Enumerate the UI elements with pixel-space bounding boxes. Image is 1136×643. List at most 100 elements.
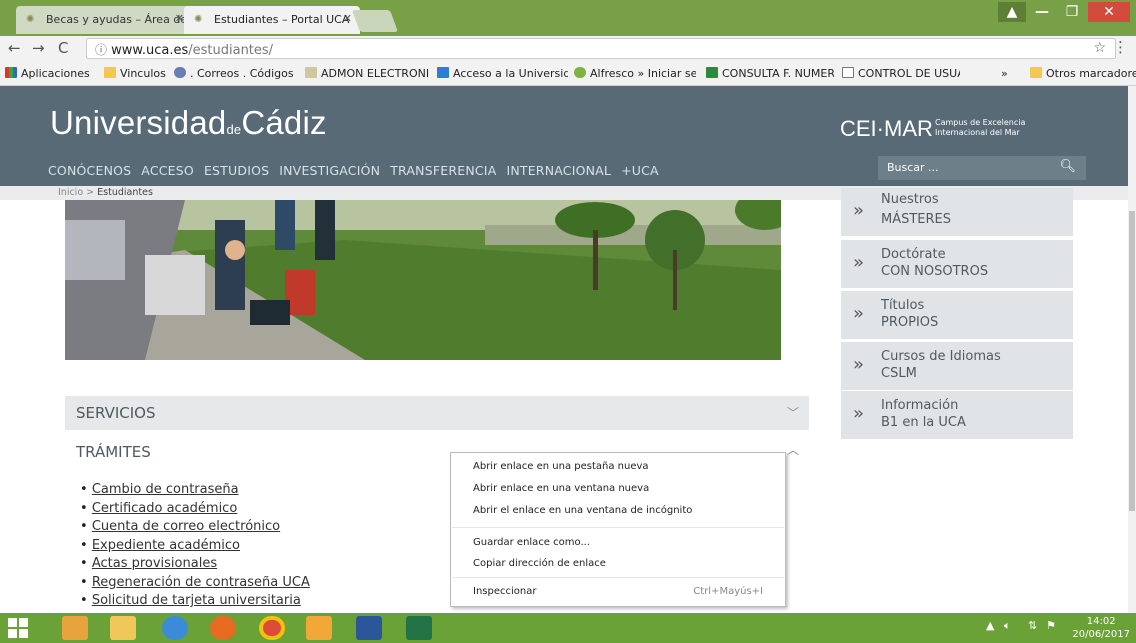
double-chevron-right-icon: » xyxy=(853,354,865,375)
bookmark-control[interactable]: CONTROL DE USUAR xyxy=(842,67,960,80)
window-controls: ▲ — ❐ ✕ xyxy=(998,2,1130,24)
url-input[interactable]: ⓘ www.uca.es/estudiantes/ xyxy=(86,38,1116,59)
new-tab-button[interactable] xyxy=(351,10,399,32)
word-icon[interactable] xyxy=(356,616,382,640)
list-item[interactable]: Expediente académico xyxy=(80,537,310,556)
site-search-input[interactable]: Buscar ... 🔍︎ xyxy=(878,156,1086,180)
flag-icon[interactable]: ⚑ xyxy=(1046,619,1056,632)
ceimar-subtitle: Campus de Excelencia Internacional del Ma… xyxy=(935,118,1026,137)
ctx-open-incognito[interactable]: Abrir el enlace en una ventana de incógn… xyxy=(473,505,692,516)
main-nav: CONÓCENOS ACCESO ESTUDIOS INVESTIGACIÓN … xyxy=(48,163,665,178)
bookmark-correos[interactable]: . Correos . Códigos pc xyxy=(174,67,298,80)
menu-masteres[interactable]: » Nuestros MÁSTERES xyxy=(841,188,1073,236)
folder-icon xyxy=(104,67,116,78)
people-icon xyxy=(174,67,186,78)
chrome-icon[interactable] xyxy=(259,616,285,640)
menu-titulos[interactable]: » Títulos PROPIOS xyxy=(841,291,1073,339)
office-app-icon[interactable] xyxy=(306,616,332,640)
nav-estudios[interactable]: ESTUDIOS xyxy=(204,163,269,178)
minimize-button[interactable]: — xyxy=(1028,2,1056,22)
browser-tab-bar: ✺ Becas y ayudas – Área de ✕ ✺ Estudiant… xyxy=(0,0,1136,36)
firefox-icon[interactable] xyxy=(210,616,236,640)
bookmark-admon[interactable]: ADMON ELECTRONIC xyxy=(305,67,429,80)
close-tab-icon[interactable]: ✕ xyxy=(175,12,184,25)
reload-icon[interactable]: C xyxy=(58,39,68,57)
list-item[interactable]: Solicitud de tarjeta universitaria xyxy=(80,592,310,611)
accordion-servicios[interactable]: SERVICIOS ﹀ xyxy=(65,396,809,430)
breadcrumb-current: Estudiantes xyxy=(97,187,153,198)
nav-transferencia[interactable]: TRANSFERENCIA xyxy=(390,163,496,178)
scrollbar-thumb[interactable] xyxy=(1129,211,1135,511)
page-scrollbar[interactable] xyxy=(1128,86,1136,613)
nav-internacional[interactable]: INTERNACIONAL xyxy=(506,163,611,178)
bookmark-acceso[interactable]: Acceso a la Universida xyxy=(437,67,568,80)
breadcrumb-home[interactable]: Inicio xyxy=(58,187,83,198)
user-profile-icon[interactable]: ▲ xyxy=(998,2,1026,22)
uca-favicon-icon: ✺ xyxy=(194,14,203,25)
site-header: UniversidaddeCádiz CEI·MAR Campus de Exc… xyxy=(0,86,1128,186)
tab-title: Becas y ayudas – Área de xyxy=(46,13,188,26)
list-item[interactable]: Actas provisionales xyxy=(80,555,310,574)
system-clock[interactable]: 14:02 20/06/2017 xyxy=(1072,615,1130,641)
tray-up-arrow-icon[interactable]: ▲ xyxy=(986,619,994,632)
bookmark-apps[interactable]: Aplicaciones xyxy=(5,67,90,80)
ctx-open-new-tab[interactable]: Abrir enlace en una pestaña nueva xyxy=(473,461,649,472)
apps-grid-icon xyxy=(5,67,17,78)
ctx-inspect[interactable]: Inspeccionar xyxy=(473,586,536,597)
uca-favicon-icon: ✺ xyxy=(26,14,35,25)
page-icon xyxy=(842,67,854,78)
tramites-list: Cambio de contraseña Certificado académi… xyxy=(80,481,310,611)
alfresco-icon xyxy=(574,67,586,78)
consulta-icon xyxy=(706,67,718,78)
uca-logo[interactable]: UniversidaddeCádiz xyxy=(50,104,327,142)
chrome-menu-icon[interactable]: ⋮ xyxy=(1113,38,1128,56)
nav-mas-uca[interactable]: +UCA xyxy=(621,163,659,178)
divider xyxy=(452,577,784,578)
url-path: /estudiantes/ xyxy=(188,43,274,58)
file-explorer-icon[interactable] xyxy=(110,616,136,640)
students-banner-image xyxy=(65,200,781,360)
network-icon[interactable]: ⇅ xyxy=(1028,619,1037,632)
menu-informacion-b1[interactable]: » Información B1 en la UCA xyxy=(841,391,1073,439)
close-window-button[interactable]: ✕ xyxy=(1088,2,1130,22)
ctx-open-new-window[interactable]: Abrir enlace en una ventana nueva xyxy=(473,483,649,494)
list-item[interactable]: Cambio de contraseña xyxy=(80,481,310,500)
address-bar-row: ← → C ⓘ www.uca.es/estudiantes/ ☆ ⋮ xyxy=(0,36,1136,62)
ctx-inspect-shortcut: Ctrl+Mayús+I xyxy=(693,586,763,597)
double-chevron-right-icon: » xyxy=(853,303,865,324)
tab-becas[interactable]: ✺ Becas y ayudas – Área de ✕ xyxy=(16,6,192,34)
info-icon[interactable]: ⓘ xyxy=(95,43,107,57)
nav-acceso[interactable]: ACCESO xyxy=(141,163,194,178)
windows-taskbar: ▲ 🔈︎ ⇅ ⚑ 14:02 20/06/2017 xyxy=(0,613,1136,643)
excel-icon[interactable] xyxy=(406,616,432,640)
uca-app-icon[interactable] xyxy=(62,616,88,640)
close-tab-icon[interactable]: ✕ xyxy=(343,12,352,25)
maximize-button[interactable]: ❐ xyxy=(1058,2,1086,22)
nav-investigacion[interactable]: INVESTIGACIÓN xyxy=(279,163,380,178)
menu-doctorate[interactable]: » Doctórate CON NOSOTROS xyxy=(841,240,1073,288)
chevron-down-icon: ﹀ xyxy=(786,406,799,420)
bookmark-consulta[interactable]: CONSULTA F. NUMER xyxy=(706,67,834,80)
back-arrow-icon[interactable]: ← xyxy=(8,39,21,57)
menu-idiomas[interactable]: » Cursos de Idiomas CSLM xyxy=(841,342,1073,390)
forward-arrow-icon[interactable]: → xyxy=(32,39,45,57)
windows-start-icon[interactable] xyxy=(8,618,28,638)
bookmarks-overflow[interactable]: » xyxy=(1001,67,1008,80)
search-icon[interactable]: 🔍︎ xyxy=(1059,159,1076,174)
ceimar-logo[interactable]: CEI·MAR xyxy=(840,116,933,142)
ctx-copy-link[interactable]: Copiar dirección de enlace xyxy=(473,558,606,569)
list-item[interactable]: Regeneración de contraseña UCA xyxy=(80,574,310,593)
list-item[interactable]: Cuenta de correo electrónico xyxy=(80,518,310,537)
bookmark-alfresco[interactable]: Alfresco » Iniciar sesió xyxy=(574,67,696,80)
folder-icon xyxy=(1030,67,1042,78)
bookmark-star-icon[interactable]: ☆ xyxy=(1093,40,1106,56)
volume-icon[interactable]: 🔈︎ xyxy=(1004,619,1011,633)
list-item[interactable]: Certificado académico xyxy=(80,500,310,519)
bookmark-vinculos[interactable]: Vinculos xyxy=(104,67,166,80)
bookmark-otros[interactable]: Otros marcadores xyxy=(1030,67,1136,80)
ctx-save-link[interactable]: Guardar enlace como... xyxy=(473,537,590,548)
internet-explorer-icon[interactable] xyxy=(162,616,188,640)
tab-estudiantes[interactable]: ✺ Estudiantes – Portal UCA ✕ xyxy=(184,6,360,34)
double-chevron-right-icon: » xyxy=(853,252,865,273)
nav-conocenos[interactable]: CONÓCENOS xyxy=(48,163,131,178)
